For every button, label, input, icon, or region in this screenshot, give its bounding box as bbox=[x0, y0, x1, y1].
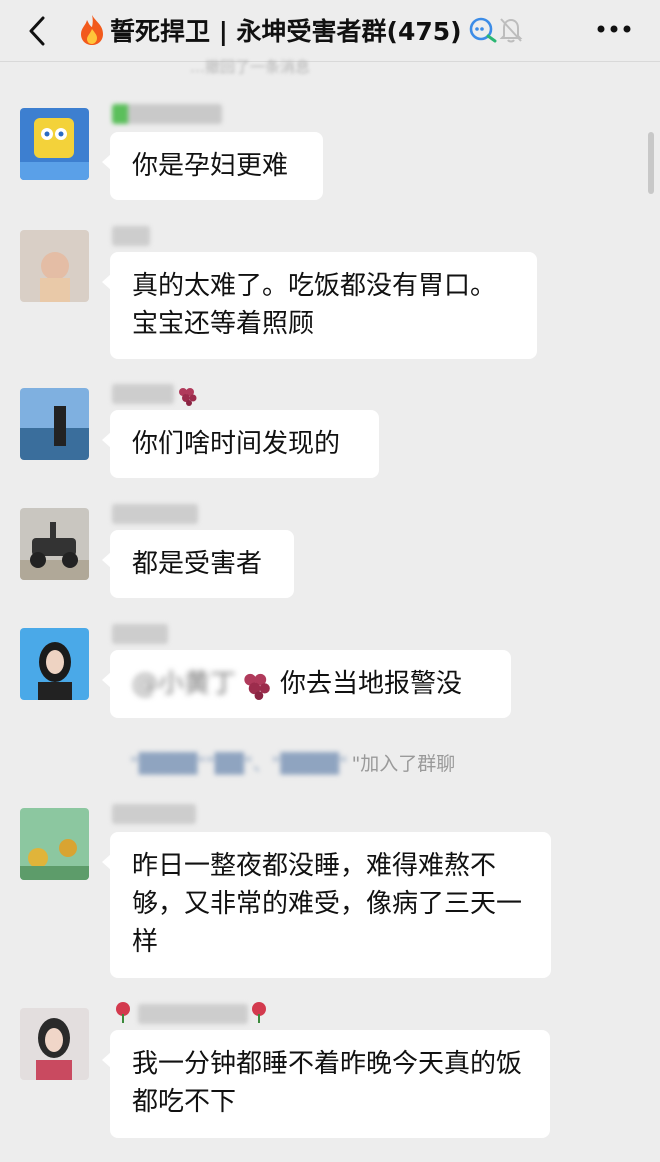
chat-header: 誓死捍卫 | 永坤受害者群(475) bbox=[0, 0, 660, 62]
back-button[interactable] bbox=[22, 14, 52, 48]
grape-icon bbox=[244, 673, 270, 700]
avatar[interactable] bbox=[20, 508, 89, 580]
avatar[interactable] bbox=[20, 808, 89, 880]
sender-name bbox=[112, 226, 150, 246]
scrollbar[interactable] bbox=[648, 132, 654, 194]
sender-name bbox=[112, 104, 222, 124]
message-bubble[interactable]: 你们啥时间发现的 bbox=[102, 410, 379, 478]
chat-title-area[interactable]: 誓死捍卫 | 永坤受害者群(475) bbox=[78, 10, 524, 50]
more-dots-icon bbox=[597, 25, 631, 33]
rose-icon bbox=[252, 1002, 266, 1023]
message-text: 真的太难了。吃饭都没有胃口。宝宝还等着照顾 bbox=[132, 271, 497, 339]
avatar[interactable] bbox=[20, 230, 89, 302]
message-text: 都是受害者 bbox=[132, 549, 263, 579]
avatar[interactable] bbox=[20, 628, 89, 700]
message-text: 你是孕妇更难 bbox=[132, 151, 289, 181]
grape-icon bbox=[179, 388, 197, 406]
bell-off-icon bbox=[499, 18, 522, 43]
message-bubble[interactable]: 你是孕妇更难 bbox=[102, 132, 323, 200]
system-message-text: "加入了群聊 bbox=[351, 752, 456, 775]
more-options-button[interactable] bbox=[594, 14, 634, 44]
message-bubble[interactable]: 真的太难了。吃饭都没有胃口。宝宝还等着照顾 bbox=[102, 252, 537, 359]
avatar[interactable] bbox=[20, 388, 89, 460]
message-bubble[interactable]: 昨日一整夜都没睡，难得难熬不够，又非常的难受，像病了三天一样 bbox=[102, 832, 551, 978]
system-message: "████""██"、"████" "加入了群聊 bbox=[130, 747, 550, 777]
sender-name bbox=[112, 504, 198, 524]
sender-name bbox=[138, 1004, 248, 1024]
joined-members[interactable]: "████""██"、"████" bbox=[130, 749, 348, 776]
message-text: 你们啥时间发现的 bbox=[132, 429, 341, 459]
sender-name bbox=[112, 624, 168, 644]
sender-name bbox=[112, 384, 174, 404]
mention-text[interactable]: @小黄丁 bbox=[132, 665, 236, 703]
avatar[interactable] bbox=[20, 1008, 89, 1080]
message-text: 昨日一整夜都没睡，难得难熬不够，又非常的难受，像病了三天一样 bbox=[132, 851, 523, 957]
message-text: 你去当地报警没 bbox=[280, 669, 463, 699]
recall-notice: …撤回了一条消息 bbox=[190, 58, 311, 74]
message-bubble[interactable]: @小黄丁 你去当地报警没 bbox=[102, 650, 511, 718]
flame-icon bbox=[81, 15, 103, 45]
group-tag-icon bbox=[469, 17, 497, 43]
message-text: 我一分钟都睡不着昨晚今天真的饭都吃不下 bbox=[132, 1049, 523, 1117]
message-bubble[interactable]: 我一分钟都睡不着昨晚今天真的饭都吃不下 bbox=[102, 1030, 550, 1138]
message-bubble[interactable]: 都是受害者 bbox=[102, 530, 294, 598]
sender-name bbox=[112, 804, 196, 824]
chat-title: 誓死捍卫 | 永坤受害者群(475) bbox=[110, 17, 462, 46]
avatar[interactable] bbox=[20, 108, 89, 180]
chevron-left-icon bbox=[29, 16, 45, 46]
rose-icon bbox=[116, 1002, 130, 1023]
